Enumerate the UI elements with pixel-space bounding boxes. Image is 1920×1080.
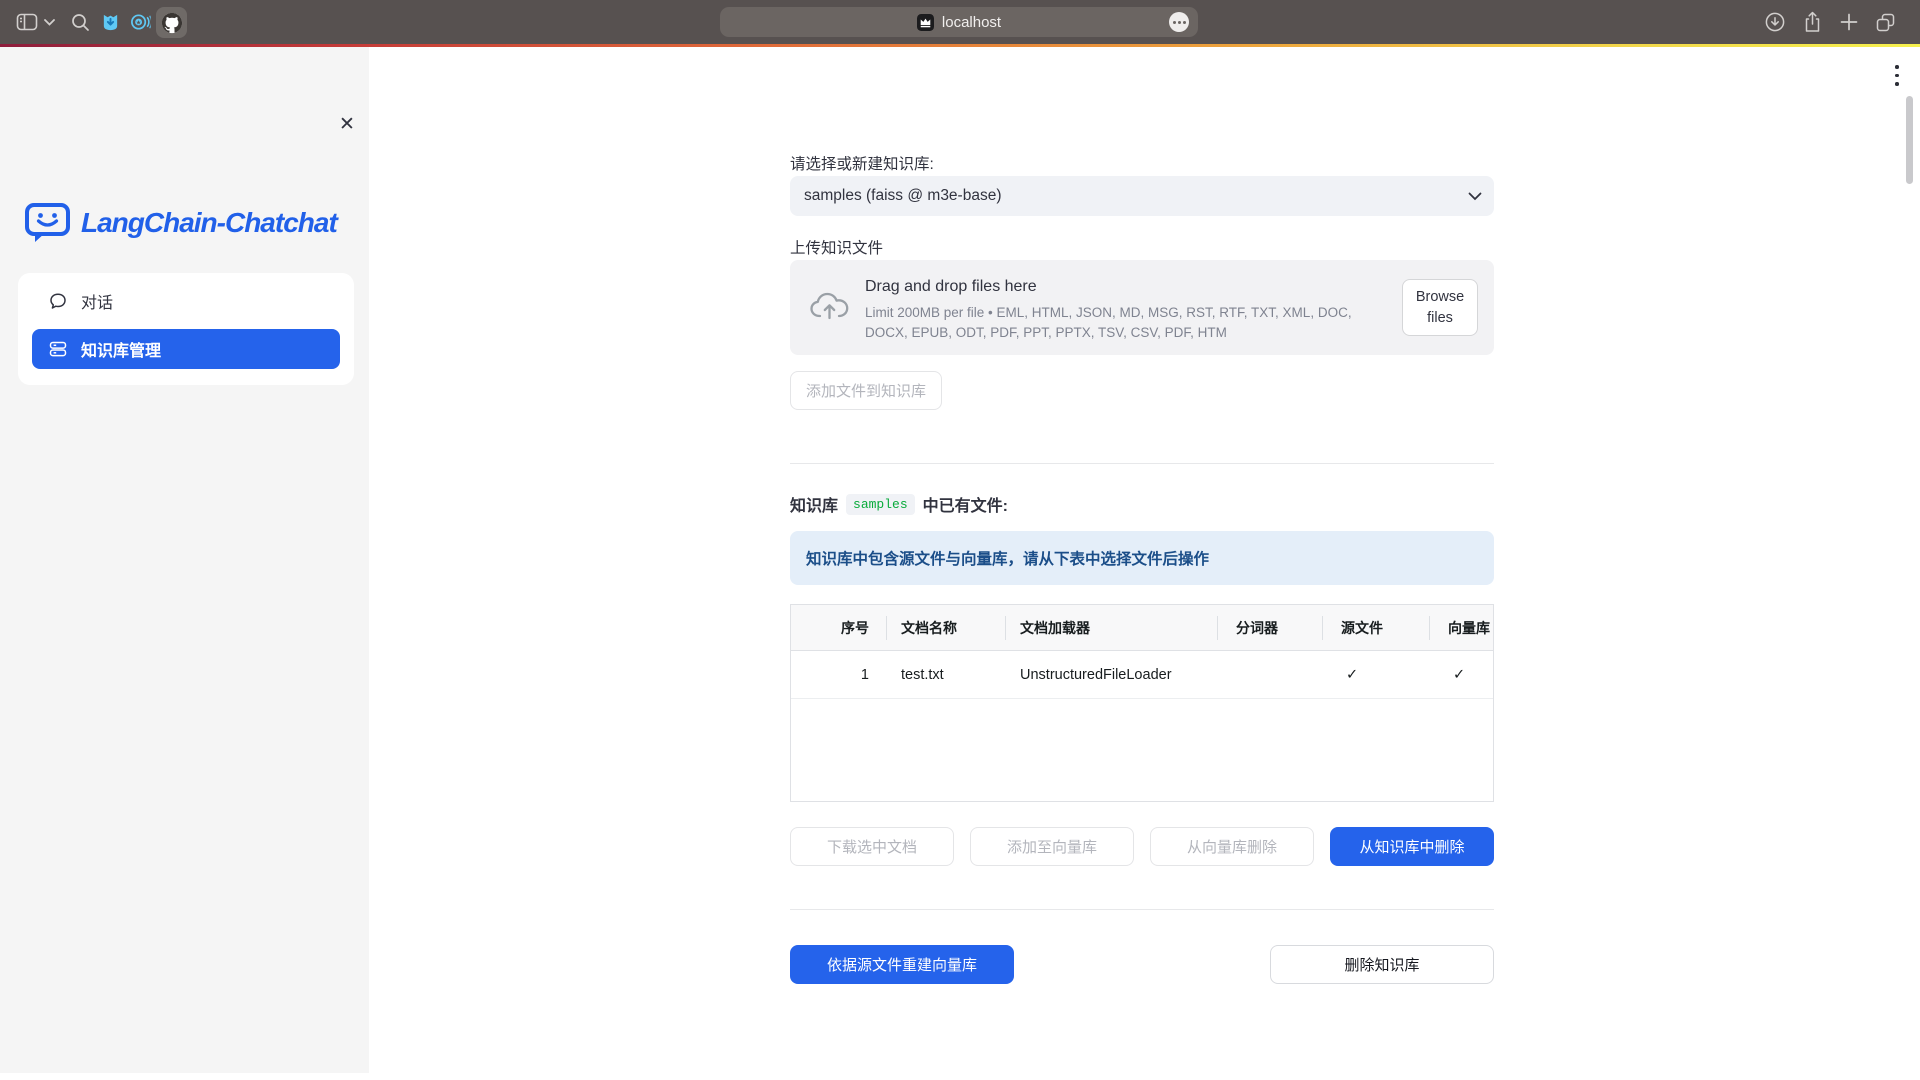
- pinned-tab-bookmark-icon[interactable]: [99, 0, 121, 44]
- cell-name: test.txt: [886, 651, 1005, 698]
- github-tab[interactable]: [156, 7, 187, 38]
- column-header-splitter[interactable]: 分词器: [1217, 605, 1322, 650]
- svg-text:★: ★: [135, 19, 141, 26]
- info-banner: 知识库中包含源文件与向量库，请从下表中选择文件后操作: [790, 531, 1494, 585]
- info-text: 知识库中包含源文件与向量库，请从下表中选择文件后操作: [806, 547, 1209, 569]
- close-sidebar-icon[interactable]: ✕: [335, 113, 359, 137]
- upload-section-label: 上传知识文件: [790, 236, 1494, 258]
- sidebar-item-knowledge-base[interactable]: 知识库管理: [32, 329, 340, 369]
- delete-from-vector-button: 从向量库删除: [1150, 827, 1314, 866]
- address-bar[interactable]: localhost: [720, 7, 1198, 37]
- chevron-down-icon: [1468, 192, 1482, 201]
- sidebar-item-label: 知识库管理: [81, 337, 161, 361]
- dropzone-hint: Limit 200MB per file • EML, HTML, JSON, …: [865, 303, 1385, 342]
- app-logo: LangChain-Chatchat: [24, 203, 354, 243]
- sidebar-item-chat[interactable]: 对话: [32, 281, 340, 321]
- cell-source-check: ✓: [1322, 651, 1429, 698]
- search-icon[interactable]: [68, 0, 92, 44]
- pinned-tab-rings-star-icon[interactable]: ★: [128, 0, 152, 44]
- file-table: 序号 文档名称 文档加载器 分词器 源文件 向量库 1 test.txt Uns…: [790, 604, 1494, 802]
- divider: [790, 909, 1494, 910]
- cell-splitter: [1217, 651, 1322, 698]
- url-text: localhost: [942, 14, 1001, 31]
- scrollbar-thumb[interactable]: [1906, 96, 1913, 184]
- tab-overview-icon[interactable]: [1872, 0, 1898, 44]
- kb-select-label: 请选择或新建知识库:: [790, 152, 1494, 174]
- site-favicon: [917, 14, 934, 31]
- dropzone-title: Drag and drop files here: [865, 278, 1037, 296]
- add-files-button: 添加文件到知识库: [790, 371, 942, 410]
- add-to-vector-button: 添加至向量库: [970, 827, 1134, 866]
- main-content: 请选择或新建知识库: samples (faiss @ m3e-base) 上传…: [369, 47, 1920, 1080]
- rebuild-vector-store-button[interactable]: 依据源文件重建向量库: [790, 945, 1014, 984]
- files-heading-prefix: 知识库: [790, 492, 838, 516]
- table-header-row: 序号 文档名称 文档加载器 分词器 源文件 向量库: [791, 605, 1493, 651]
- kb-name-code: samples: [846, 494, 915, 515]
- column-header-vector[interactable]: 向量库: [1429, 605, 1493, 650]
- sidebar-toggle-icon[interactable]: [14, 0, 40, 44]
- table-actions: 下载选中文档 添加至向量库 从向量库删除 从知识库中删除: [790, 827, 1494, 866]
- divider: [790, 463, 1494, 464]
- delete-from-kb-button[interactable]: 从知识库中删除: [1330, 827, 1494, 866]
- chevron-down-icon[interactable]: [42, 0, 56, 44]
- cell-loader: UnstructuredFileLoader: [1005, 651, 1217, 698]
- file-dropzone[interactable]: Drag and drop files here Limit 200MB per…: [790, 260, 1494, 355]
- cell-vector-check: ✓: [1429, 651, 1493, 698]
- logo-text: LangChain-Chatchat: [81, 207, 337, 239]
- column-header-loader[interactable]: 文档加载器: [1005, 605, 1217, 650]
- cell-index: 1: [791, 651, 886, 698]
- new-tab-icon[interactable]: [1837, 0, 1861, 44]
- delete-kb-button[interactable]: 删除知识库: [1270, 945, 1494, 984]
- files-heading: 知识库 samples 中已有文件:: [790, 492, 1494, 516]
- page-options-icon[interactable]: [1169, 12, 1189, 32]
- browse-files-button[interactable]: Browse files: [1402, 279, 1478, 336]
- share-icon[interactable]: [1800, 0, 1824, 44]
- column-header-name[interactable]: 文档名称: [886, 605, 1005, 650]
- kb-select-value: samples (faiss @ m3e-base): [804, 187, 1002, 205]
- sidebar-item-label: 对话: [81, 289, 113, 313]
- sidebar-menu: 对话 知识库管理: [18, 273, 354, 385]
- files-heading-suffix: 中已有文件:: [923, 492, 1008, 516]
- kb-select[interactable]: samples (faiss @ m3e-base): [790, 176, 1494, 216]
- column-header-source[interactable]: 源文件: [1322, 605, 1429, 650]
- chat-bubble-icon: [48, 291, 68, 311]
- sidebar: ✕ LangChain-Chatchat 对话 知识库管理: [0, 47, 369, 1073]
- column-header-index[interactable]: 序号: [791, 605, 886, 650]
- logo-chat-icon: [24, 201, 71, 245]
- cloud-upload-icon: [808, 290, 852, 327]
- app-menu-icon[interactable]: [1890, 65, 1904, 105]
- download-selected-button: 下载选中文档: [790, 827, 954, 866]
- browser-toolbar: ★ localhost: [0, 0, 1920, 44]
- table-row[interactable]: 1 test.txt UnstructuredFileLoader ✓ ✓: [791, 651, 1493, 699]
- downloads-icon[interactable]: [1763, 0, 1787, 44]
- stack-icon: [48, 339, 68, 359]
